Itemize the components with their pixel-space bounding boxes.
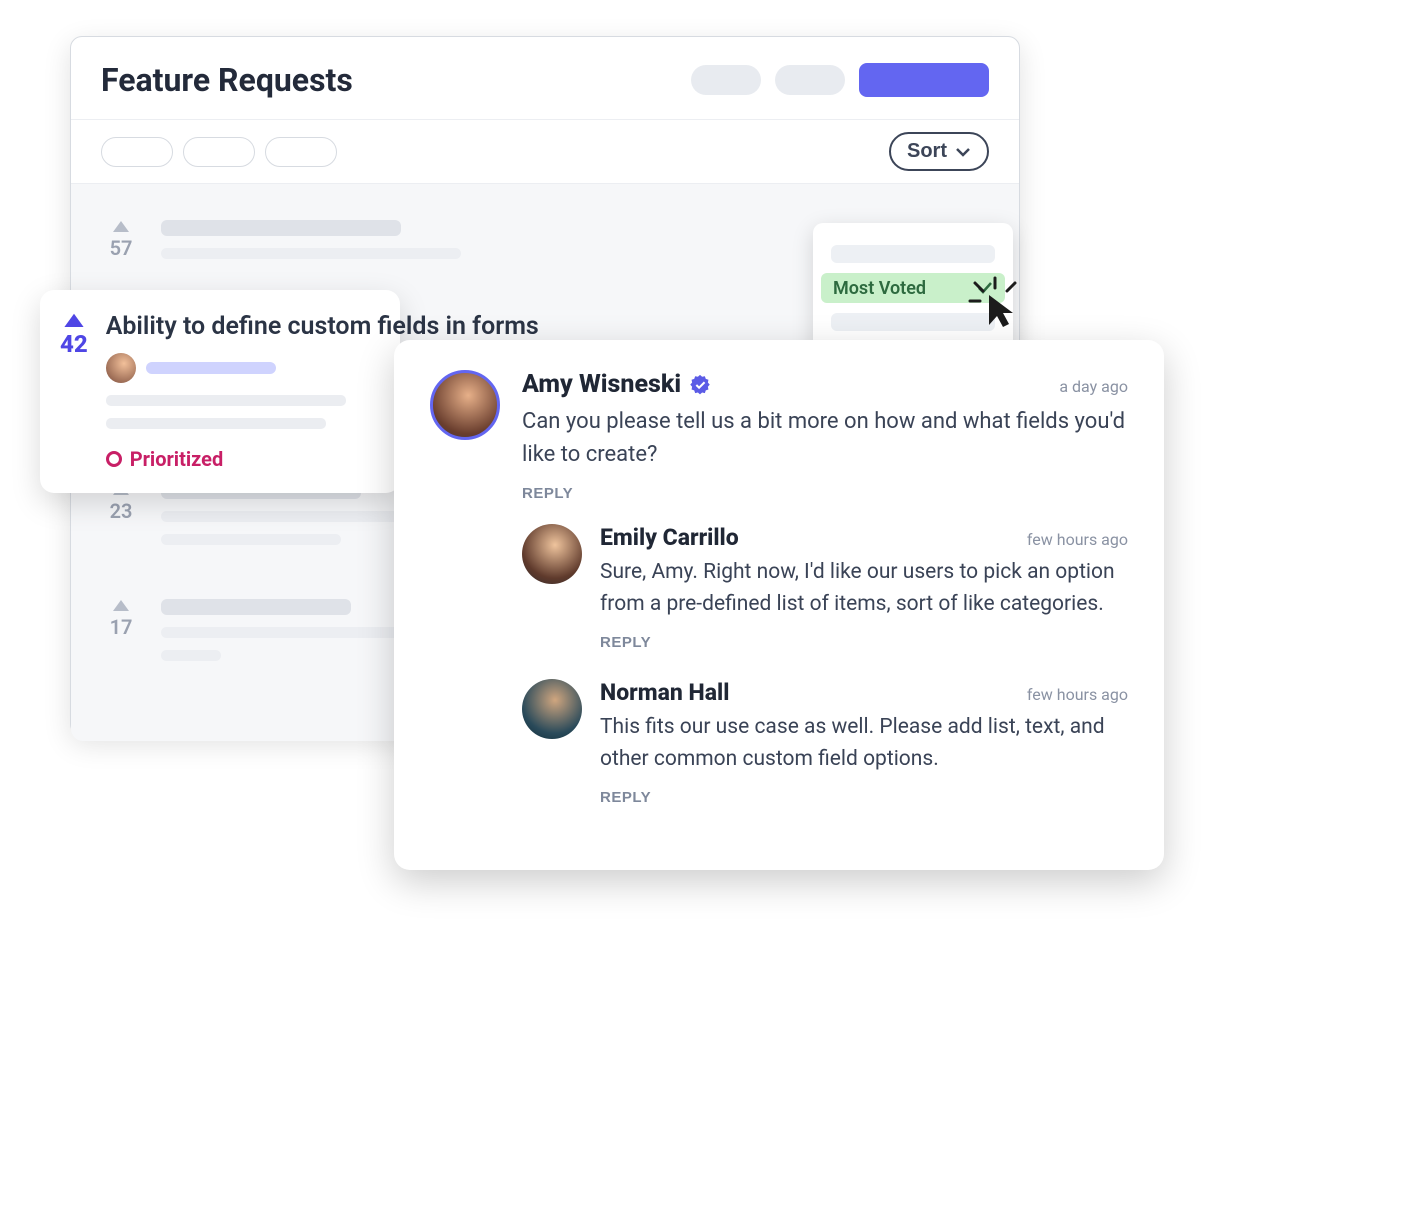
header-actions [691,63,989,97]
filter-chip-1[interactable] [101,137,173,167]
header-pill-2[interactable] [775,65,845,95]
vote-count: 23 [110,499,133,523]
status-ring-icon [106,451,122,467]
sort-button-label: Sort [907,140,947,163]
reply-author: Emily Carrillo [600,524,739,551]
reply-timestamp: few hours ago [1027,685,1128,704]
upvote-control[interactable]: 42 [60,312,88,358]
vote-count: 42 [60,330,88,358]
highlighted-request-card[interactable]: 42 Ability to define custom fields in fo… [40,290,400,493]
reply: Emily Carrillo few hours ago Sure, Amy. … [522,524,1128,651]
comments-panel: Amy Wisneski a day ago Can you please te… [394,340,1164,870]
reply-author: Norman Hall [600,679,729,706]
chevron-down-icon [955,147,971,157]
page-title: Feature Requests [101,61,353,99]
panel-header: Feature Requests [71,37,1019,120]
request-title: Ability to define custom fields in forms [106,312,539,341]
filter-chip-2[interactable] [183,137,255,167]
sort-button[interactable]: Sort [889,132,989,171]
sort-option[interactable] [831,245,995,263]
upvote-control[interactable]: 23 [101,483,141,557]
filter-chips [101,137,337,167]
upvote-icon [62,312,86,330]
comment-text: Can you please tell us a bit more on how… [522,405,1128,471]
comment-author: Amy Wisneski [522,370,711,399]
comment-timestamp: a day ago [1059,377,1128,396]
reply-button[interactable]: REPLY [522,485,573,502]
reply-text: Sure, Amy. Right now, I'd like our users… [600,557,1128,620]
vote-count: 57 [110,236,133,260]
cursor-click-icon [967,275,1023,331]
upvote-icon [111,599,131,613]
reply-button[interactable]: REPLY [600,789,651,806]
avatar [430,370,500,440]
filter-chip-3[interactable] [265,137,337,167]
reply: Norman Hall few hours ago This fits our … [522,679,1128,806]
author-avatar [106,353,136,383]
primary-action-button[interactable] [859,63,989,97]
upvote-control[interactable]: 17 [101,599,141,673]
reply-text: This fits our use case as well. Please a… [600,712,1128,775]
sort-option-label: Most Voted [833,278,926,299]
filter-row: Sort [71,120,1019,184]
reply-timestamp: few hours ago [1027,530,1128,549]
verified-badge-icon [689,374,711,396]
replies-list: Emily Carrillo few hours ago Sure, Amy. … [522,524,1128,806]
reply-button[interactable]: REPLY [600,634,651,651]
avatar [522,679,582,739]
avatar [522,524,582,584]
upvote-icon [111,220,131,234]
status-label: Prioritized [130,447,224,471]
comment: Amy Wisneski a day ago Can you please te… [430,370,1128,502]
header-pill-1[interactable] [691,65,761,95]
vote-count: 17 [110,615,133,639]
upvote-control[interactable]: 57 [101,220,141,271]
